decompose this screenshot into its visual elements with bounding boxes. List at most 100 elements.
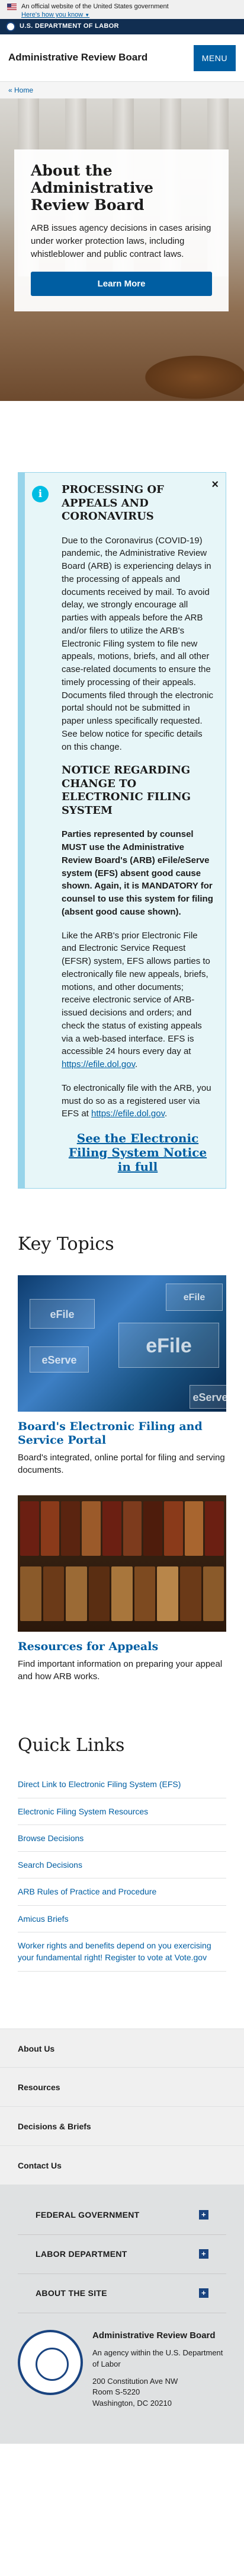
quick-link-item: Amicus Briefs [18, 1906, 226, 1933]
topic-card: Resources for Appeals Find important inf… [18, 1495, 226, 1683]
quick-link[interactable]: Electronic Filing System Resources [18, 1807, 148, 1816]
menu-button[interactable]: MENU [193, 44, 236, 71]
bookshelf [18, 1501, 226, 1556]
agency-name[interactable]: U.S. DEPARTMENT OF LABOR [20, 22, 119, 31]
book [157, 1566, 178, 1621]
breadcrumb-home-link[interactable]: « Home [8, 86, 33, 94]
key-topics-heading: Key Topics [18, 1234, 114, 1254]
book [88, 1566, 110, 1621]
book [134, 1566, 156, 1621]
efile-link[interactable]: https://efile.dol.gov [62, 1059, 135, 1069]
footer-nav-item[interactable]: Decisions & Briefs [0, 2107, 244, 2146]
book [20, 1501, 39, 1556]
how-you-know-label: Here's how you know [21, 11, 84, 19]
image-tile: eFile [30, 1298, 95, 1329]
footer-accordion: FEDERAL GOVERNMENT + LABOR DEPARTMENT + … [0, 2185, 244, 2313]
quick-link[interactable]: Browse Decisions [18, 1833, 84, 1843]
site-title[interactable]: Administrative Review Board [8, 50, 147, 65]
accordion-label: LABOR DEPARTMENT [36, 2249, 127, 2259]
footer-info: Administrative Review Board An agency wi… [92, 2330, 226, 2444]
covid-alert: i × PROCESSING OF APPEALS AND CORONAVIRU… [18, 472, 226, 1189]
alert-subheading: NOTICE REGARDING CHANGE TO ELECTRONIC FI… [62, 764, 191, 817]
footer-nav-item[interactable]: Contact Us [0, 2146, 244, 2185]
accordion-federal-government[interactable]: FEDERAL GOVERNMENT + [18, 2196, 226, 2235]
book [40, 1501, 60, 1556]
book [20, 1566, 41, 1621]
book [102, 1501, 121, 1556]
topic-card: eFile eServe eFile eServe eFile Board's … [18, 1275, 226, 1477]
topic-title: Board's Electronic Filing and Service Po… [18, 1420, 226, 1448]
alert-efs-end: . [134, 1059, 138, 1069]
alert-paragraph-mandatory: Parties represented by counsel MUST use … [62, 828, 214, 918]
image-tile: eFile [166, 1283, 223, 1311]
gov-banner-text: An official website of the United States… [21, 3, 169, 10]
accordion-label: FEDERAL GOVERNMENT [36, 2209, 140, 2220]
accordion-about-the-site[interactable]: ABOUT THE SITE + [18, 2274, 226, 2313]
alert-paragraph: Due to the Coronavirus (COVID-19) pandem… [62, 535, 213, 752]
footer-address-line: Washington, DC 20210 [92, 2399, 172, 2408]
accordion-label: ABOUT THE SITE [36, 2288, 107, 2298]
quick-link-item: Browse Decisions [18, 1825, 226, 1852]
alert-register-end: . [165, 1109, 168, 1119]
accordion-labor-department[interactable]: LABOR DEPARTMENT + [18, 2235, 226, 2274]
footer-address-line: Room S-5220 [92, 2387, 140, 2397]
plus-icon: + [199, 2249, 208, 2259]
footer-nav-item[interactable]: About Us [0, 2028, 244, 2068]
dol-seal-icon [6, 22, 15, 31]
topic-link[interactable]: Board's Electronic Filing and Service Po… [18, 1420, 203, 1447]
efile-link-2[interactable]: https://efile.dol.gov [91, 1109, 165, 1119]
hero-title: About the Administrative Review Board [31, 162, 153, 214]
how-you-know-link[interactable]: Here's how you know ▼ [21, 11, 169, 19]
key-topics-section: Key Topics eFile eServe eFile eServe eFi… [0, 1189, 244, 1683]
book [163, 1501, 183, 1556]
quick-links-section: Quick Links Direct Link to Electronic Fi… [0, 1702, 244, 1972]
hero-card: About the Administrative Review Board AR… [14, 149, 229, 311]
footer-nav-item[interactable]: Resources [0, 2068, 244, 2107]
close-icon[interactable]: × [211, 479, 219, 491]
book [143, 1501, 162, 1556]
footer-agency-title: Administrative Review Board [92, 2330, 216, 2341]
quick-link-item: Worker rights and benefits depend on you… [18, 1932, 226, 1972]
us-flag-icon [7, 4, 17, 10]
quick-link[interactable]: ARB Rules of Practice and Procedure [18, 1887, 156, 1896]
image-tile: eServe [190, 1384, 226, 1409]
quick-link[interactable]: Direct Link to Electronic Filing System … [18, 1779, 181, 1789]
efs-notice-link[interactable]: See the Electronic Filing System Notice … [62, 1131, 214, 1174]
footer-address-line: 200 Constitution Ave NW [92, 2376, 178, 2386]
footer-agency-line: An agency within the U.S. Department of … [92, 2348, 223, 2368]
alert-mandatory-text: Parties represented by counsel MUST use … [62, 829, 213, 917]
book [184, 1501, 204, 1556]
info-icon: i [32, 486, 49, 502]
bookshelf [18, 1566, 226, 1621]
alert-paragraph-register: To electronically file with the ARB, you… [62, 1082, 214, 1120]
vote-link[interactable]: Worker rights and benefits depend on you… [18, 1941, 211, 1962]
topic-link[interactable]: Resources for Appeals [18, 1640, 158, 1653]
efile-image[interactable]: eFile eServe eFile eServe eFile [18, 1275, 226, 1412]
gov-banner-text-block: An official website of the United States… [21, 2, 169, 19]
quick-link[interactable]: Search Decisions [18, 1860, 82, 1870]
quick-link-item: Electronic Filing System Resources [18, 1798, 226, 1825]
topic-description: Find important information on preparing … [18, 1658, 223, 1682]
quick-links-heading: Quick Links [18, 1734, 125, 1756]
chevron-down-icon: ▼ [85, 12, 90, 18]
book [179, 1566, 201, 1621]
learn-more-button[interactable]: Learn More [31, 271, 212, 296]
book [66, 1566, 87, 1621]
quick-link[interactable]: Amicus Briefs [18, 1914, 69, 1924]
law-books-image[interactable] [18, 1495, 226, 1632]
book [111, 1566, 133, 1621]
breadcrumb: « Home [0, 82, 244, 98]
book [123, 1501, 142, 1556]
gov-banner: An official website of the United States… [0, 0, 244, 19]
plus-icon: + [199, 2288, 208, 2298]
image-tile: eServe [30, 1346, 89, 1373]
book [205, 1501, 224, 1556]
quick-link-item: Direct Link to Electronic Filing System … [18, 1771, 226, 1798]
book [61, 1501, 81, 1556]
image-tile: eFile [118, 1322, 219, 1368]
quick-link-item: ARB Rules of Practice and Procedure [18, 1878, 226, 1906]
book [82, 1501, 101, 1556]
agency-bar: U.S. DEPARTMENT OF LABOR [0, 19, 244, 34]
book [43, 1566, 65, 1621]
alert-paragraph-efs: Like the ARB's prior Electronic File and… [62, 929, 214, 1071]
